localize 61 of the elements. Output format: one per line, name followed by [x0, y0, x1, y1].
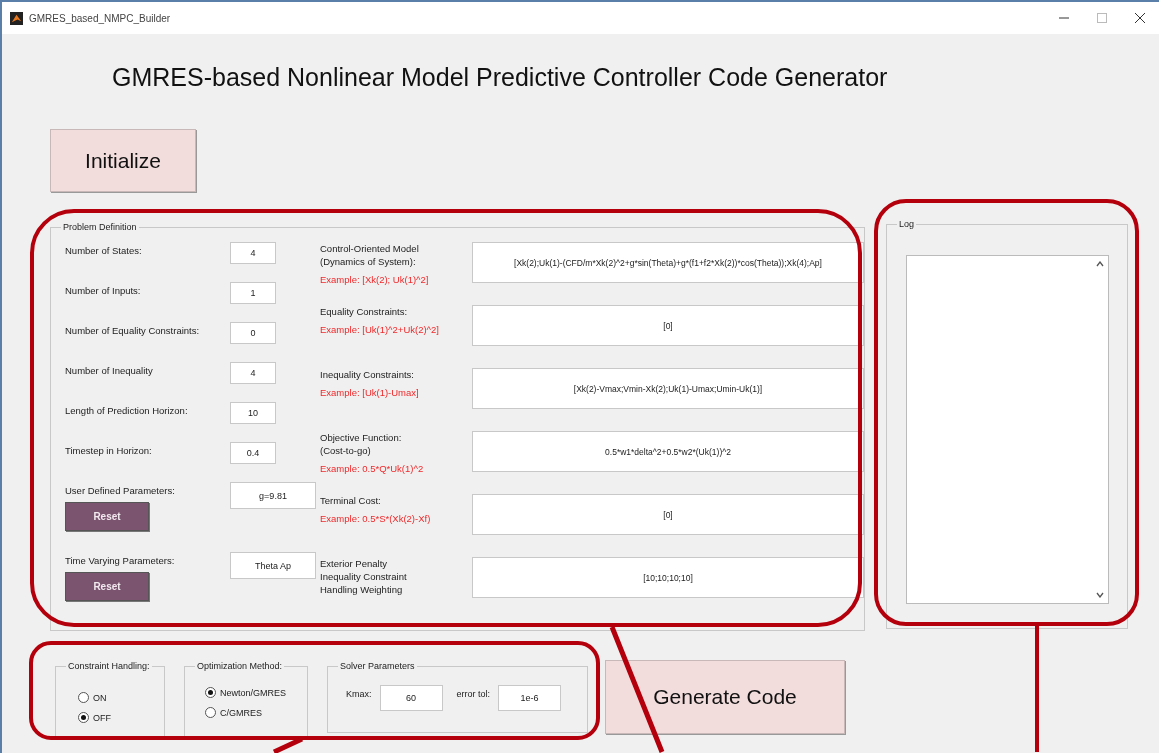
expression-label: Objective Function: (Cost-to-go) — [320, 431, 403, 457]
group-title: Solver Parameters — [338, 660, 417, 672]
radio-button[interactable] — [78, 692, 89, 703]
setting-label: Number of Inequality — [65, 365, 153, 376]
window-title: GMRES_based_NMPC_Builder — [29, 12, 171, 24]
expression-label: Exterior Penalty Inequality Constraint Handling Weighting — [320, 557, 408, 596]
input-field[interactable]: 4 — [230, 242, 276, 264]
example-text: Example: [Xk(2); Uk(1)^2] — [320, 274, 430, 285]
setting-label: Number of Inputs: — [65, 285, 141, 296]
radio-button[interactable] — [78, 712, 89, 723]
generate-code-button[interactable]: Generate Code — [605, 660, 845, 734]
input-field[interactable]: 0 — [230, 322, 276, 344]
example-text: Example: 0.5*S*(Xk(2)-Xf) — [320, 513, 432, 524]
example-text: Example: 0.5*Q*Uk(1)^2 — [320, 463, 425, 474]
input-field[interactable]: 1e-6 — [498, 685, 562, 711]
panel-title: Log — [897, 218, 917, 230]
scroll-up-icon[interactable] — [1096, 261, 1104, 267]
option-label[interactable]: Newton/GMRES — [220, 687, 287, 698]
expression-label: Terminal Cost: — [320, 494, 382, 507]
input-field[interactable]: 10 — [230, 402, 276, 424]
input-field[interactable]: [0] — [472, 494, 864, 535]
setting-label: User Defined Parameters: — [65, 485, 175, 496]
setting-label: Number of Equality Constraints: — [65, 325, 200, 336]
expression-label: Inequality Constraints: — [320, 368, 415, 381]
expression-label: Equality Constraints: — [320, 305, 409, 318]
field-label: Kmax: — [346, 689, 372, 699]
radio-button[interactable] — [205, 687, 216, 698]
app-heading: GMRES-based Nonlinear Model Predictive Controller Code Generator — [112, 63, 888, 93]
input-field[interactable]: Theta Ap — [230, 552, 316, 579]
input-field[interactable]: 1 — [230, 282, 276, 304]
app-icon — [10, 11, 23, 25]
input-field[interactable]: 60 — [379, 685, 443, 711]
scroll-down-icon[interactable] — [1096, 592, 1104, 598]
setting-label: Timestep in Horizon: — [65, 445, 152, 456]
expression-label: Control-Oriented Model (Dynamics of System): — [320, 242, 420, 268]
example-text: Example: [Uk(1)^2+Uk(2)^2] — [320, 324, 440, 335]
input-field[interactable]: [0] — [472, 305, 864, 346]
close-icon[interactable] — [1135, 13, 1145, 23]
reset-button[interactable]: Reset — [65, 502, 149, 531]
input-field[interactable]: 0.4 — [230, 442, 276, 464]
field-label: error tol: — [456, 689, 491, 699]
setting-label: Length of Prediction Horizon: — [65, 405, 188, 416]
panel-title: Problem Definition — [61, 221, 139, 233]
input-field[interactable]: 0.5*w1*delta^2+0.5*w2*(Uk(1))^2 — [472, 431, 864, 472]
option-label[interactable]: ON — [93, 692, 107, 703]
example-text: Example: [Uk(1)-Umax] — [320, 387, 420, 398]
radio-button[interactable] — [205, 707, 216, 718]
input-field[interactable]: [10;10;10;10] — [472, 557, 864, 598]
input-field[interactable]: [Xk(2)-Vmax;Vmin-Xk(2);Uk(1)-Umax;Umin-Uk(1)] — [472, 368, 864, 409]
option-label[interactable]: C/GMRES — [220, 707, 262, 718]
input-field[interactable]: 4 — [230, 362, 276, 384]
initialize-button[interactable]: Initialize — [50, 129, 196, 192]
annotation-line — [272, 736, 304, 753]
setting-label: Time Varying Parameters: — [65, 555, 175, 566]
reset-button[interactable]: Reset — [65, 572, 149, 601]
input-field[interactable]: [Xk(2);Uk(1)-(CFD/m*Xk(2)^2+g*sin(Theta)+g*(f1+f2*Xk(2))*cos(Theta));Xk(4);Ap] — [472, 242, 864, 283]
group-title: Optimization Method: — [195, 660, 285, 672]
group-title: Constraint Handling: — [66, 660, 152, 672]
setting-label: Number of States: — [65, 245, 142, 256]
input-field[interactable]: g=9.81 — [230, 482, 316, 509]
option-label[interactable]: OFF — [93, 712, 111, 723]
